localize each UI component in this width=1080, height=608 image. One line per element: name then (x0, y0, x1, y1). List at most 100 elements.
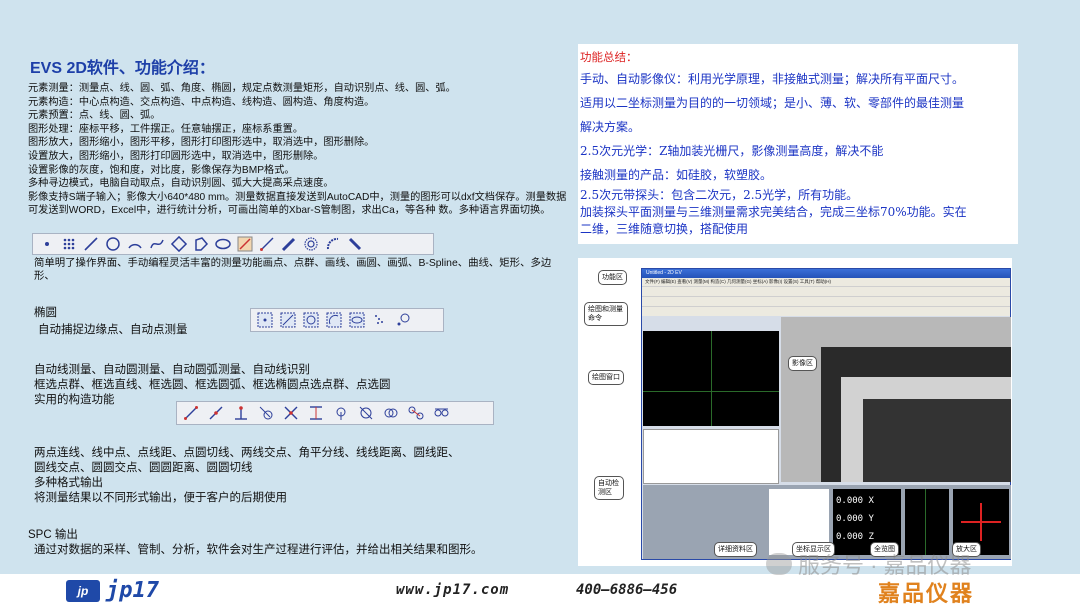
coord-x: 0.000 (836, 496, 864, 506)
box-ellipse-icon (349, 312, 365, 328)
axis-y-label: Y (868, 514, 874, 524)
brand-name: 嘉品仪器 (878, 581, 975, 606)
ellipse-section: 椭圆 自动捕捉边缘点、自动点测量 (34, 306, 254, 338)
summary-title: 功能总结： (580, 50, 638, 64)
pen-icon (281, 236, 297, 252)
ring-icon (303, 236, 319, 252)
ellipse-desc: 自动捕捉边缘点、自动点测量 (38, 324, 188, 336)
spec-line: 图形放大，图形缩小，图形平移，图形打印图形选中，取消选中，图形删除。 (28, 137, 375, 149)
line-measure-icon (259, 236, 275, 252)
phone-number: 400—6886—456 (576, 582, 678, 598)
arc-auto-icon (325, 236, 341, 252)
polygon-icon (193, 236, 209, 252)
summary-box: 功能总结： 手动、自动影像仪：利用光学原理，非接触式测量；解决所有平面尺寸。 适… (578, 44, 1018, 244)
arc-icon (127, 236, 143, 252)
callout-auto-detect: 自动检测区 (594, 476, 624, 500)
output-desc: 将测量结果以不同形式输出，便于客户的后期使用 (34, 492, 287, 504)
box-circle-icon (303, 312, 319, 328)
point-circle-icon (372, 312, 388, 328)
summary-line-8: 二维，三维随意切换，搭配使用 (580, 222, 749, 236)
midpoint-icon (208, 405, 224, 421)
box-point-icon (257, 312, 273, 328)
box-arc-icon (326, 312, 342, 328)
spec-line: 元素构造：中心点构造、交点构造、中点构造、线构造、圆构造、角度构造。 (28, 96, 375, 108)
summary-line-5: 接触测量的产品：如硅胶，软塑胶。 (580, 168, 773, 182)
summary-line-1: 手动、自动影像仪：利用光学原理，非接触式测量；解决所有平面尺寸。 (580, 72, 965, 86)
construct-line-1: 自动线测量、自动圆测量、自动圆弧测量、自动线识别 (34, 364, 310, 376)
app-toolbar-1 (642, 286, 1010, 296)
wechat-icon (766, 553, 792, 575)
callout-draw-win: 绘图窗口 (588, 370, 624, 385)
spec-line: 多种寻边模式，电脑自动取点，自动识别圆、弧大大提高采点速度。 (28, 178, 334, 190)
axis-x-label: X (868, 496, 874, 506)
watermark: 服务号 · 嘉品仪器 (766, 548, 972, 580)
line-icon (183, 405, 199, 421)
draw-window (643, 331, 779, 426)
website-link[interactable]: www.jp17.com (396, 582, 509, 598)
ellipse-title: 椭圆 (34, 307, 57, 319)
angle-icon (333, 405, 349, 421)
cross-icon (237, 236, 253, 252)
spec-line: 图形处理：座标平移，工件摆正。任意轴摆正，座标系重置。 (28, 123, 304, 135)
intersect-icon (283, 405, 299, 421)
spec-line: 设置放大，图形缩小，图形打印圆形选中，取消选中，图形删除。 (28, 150, 324, 162)
summary-line-6: 2.5次元带探头：包含二次元，2.5光学，所有功能。 (580, 188, 859, 202)
ops-section: 简单明了操作界面、手动编程灵活丰富的测量功能画点、点群、画线、画圆、画弧、B-S… (34, 257, 564, 283)
construct-toolbar (176, 401, 494, 425)
coord-z: 0.000 (836, 532, 864, 542)
line-icon (83, 236, 99, 252)
circle-dist-icon (408, 405, 424, 421)
app-toolbar-2 (642, 296, 1010, 306)
callout-detail: 详细资料区 (714, 542, 757, 557)
circle-point-icon (395, 312, 411, 328)
point-icon (39, 236, 55, 252)
ops-text: 简单明了操作界面、手动编程灵活丰富的测量功能画点、点群、画线、画圆、画弧、B-S… (34, 258, 552, 282)
app-title-bar: Untitled - 2D EV (642, 269, 1010, 278)
auto-detect-panel (643, 429, 779, 484)
spec-line: 设置影像的灰度，饱和度，对比度，影像保存为BMP格式。 (28, 164, 295, 176)
spc-title: SPC 输出 (28, 529, 78, 541)
company-logo: jp jp17 (66, 578, 159, 603)
circle-circle-icon (383, 405, 399, 421)
auto-toolbar (250, 308, 444, 332)
spec-line: 影像支持S端子输入；影像大小640*480 mm。测量数据直接发送到AutoCA… (28, 191, 567, 217)
image-area (781, 317, 1011, 482)
summary-line-4: 2.5次元光学：Z轴加装光栅尺，影像测量高度，解决不能 (580, 144, 884, 158)
spec-line: 元素预置：点、线、圆、弧。 (28, 110, 161, 122)
construct-line-2: 框选点群、框选直线、框选圆、框选圆弧、框选椭圆点选点群、点选圆 (34, 379, 391, 391)
circle-line-icon (358, 405, 374, 421)
measure-toolbar (32, 233, 434, 255)
app-toolbar-3 (642, 306, 1010, 316)
spec-list: 元素测量：测量点、线、圆、弧、角度、椭圆，规定点数测量矩形，自动识别点、线、圆、… (28, 82, 568, 218)
app-menu-bar: 文件(F) 编辑(E) 查看(V) 测量(M) 构造(C) 几何测量(G) 坐标… (642, 278, 1010, 286)
app-window: Untitled - 2D EV 文件(F) 编辑(E) 查看(V) 测量(M)… (641, 268, 1011, 560)
distance-section: 两点连线、线中点、点线距、点圆切线、两线交点、角平分线、线线距离、圆线距、 圆线… (34, 446, 564, 506)
ellipse-icon (215, 236, 231, 252)
box-line-icon (280, 312, 296, 328)
distance-line-1: 两点连线、线中点、点线距、点圆切线、两线交点、角平分线、线线距离、圆线距、 (34, 447, 460, 459)
curve-icon (149, 236, 165, 252)
tangent-icon (258, 405, 274, 421)
callout-image: 影像区 (788, 356, 817, 371)
spc-desc: 通过对数据的采样、管制、分析，软件会对生产过程进行评估，并给出相关结果和图形。 (34, 544, 483, 556)
output-title: 多种格式输出 (34, 477, 103, 489)
distance-line-2: 圆线交点、圆圆交点、圆圆距离、圆圆切线 (34, 462, 253, 474)
rectangle-icon (171, 236, 187, 252)
perp-icon (233, 405, 249, 421)
axis-z-label: Z (868, 532, 874, 542)
summary-line-7: 加装探头平面测量与三维测量需求完美结合，完成三坐标70%功能。实在 (580, 205, 967, 219)
spc-section: SPC 输出 通过对数据的采样、管制、分析，软件会对生产过程进行评估，并给出相关… (28, 528, 568, 558)
section-title: EVS 2D软件、功能介绍： (30, 60, 215, 77)
summary-line-2: 适用以二坐标测量为目的的一切领域；是小、薄、软、零部件的最佳测量 (580, 96, 965, 110)
logo-mark: jp (66, 579, 100, 602)
point-cloud-icon (61, 236, 77, 252)
callout-func: 功能区 (598, 270, 627, 285)
circle-tangent-icon (433, 405, 449, 421)
circle-icon (105, 236, 121, 252)
left-column: EVS 2D软件、功能介绍： 元素测量：测量点、线、圆、弧、角度、椭圆，规定点数… (28, 54, 568, 218)
overview-display (905, 489, 949, 555)
probe-icon (347, 236, 363, 252)
logo-text: jp17 (106, 578, 159, 603)
spec-line: 元素测量：测量点、线、圆、弧、角度、椭圆，规定点数测量矩形，自动识别点、线、圆、… (28, 83, 456, 94)
callout-draw-cmd: 绘图和测量命令 (584, 302, 628, 326)
